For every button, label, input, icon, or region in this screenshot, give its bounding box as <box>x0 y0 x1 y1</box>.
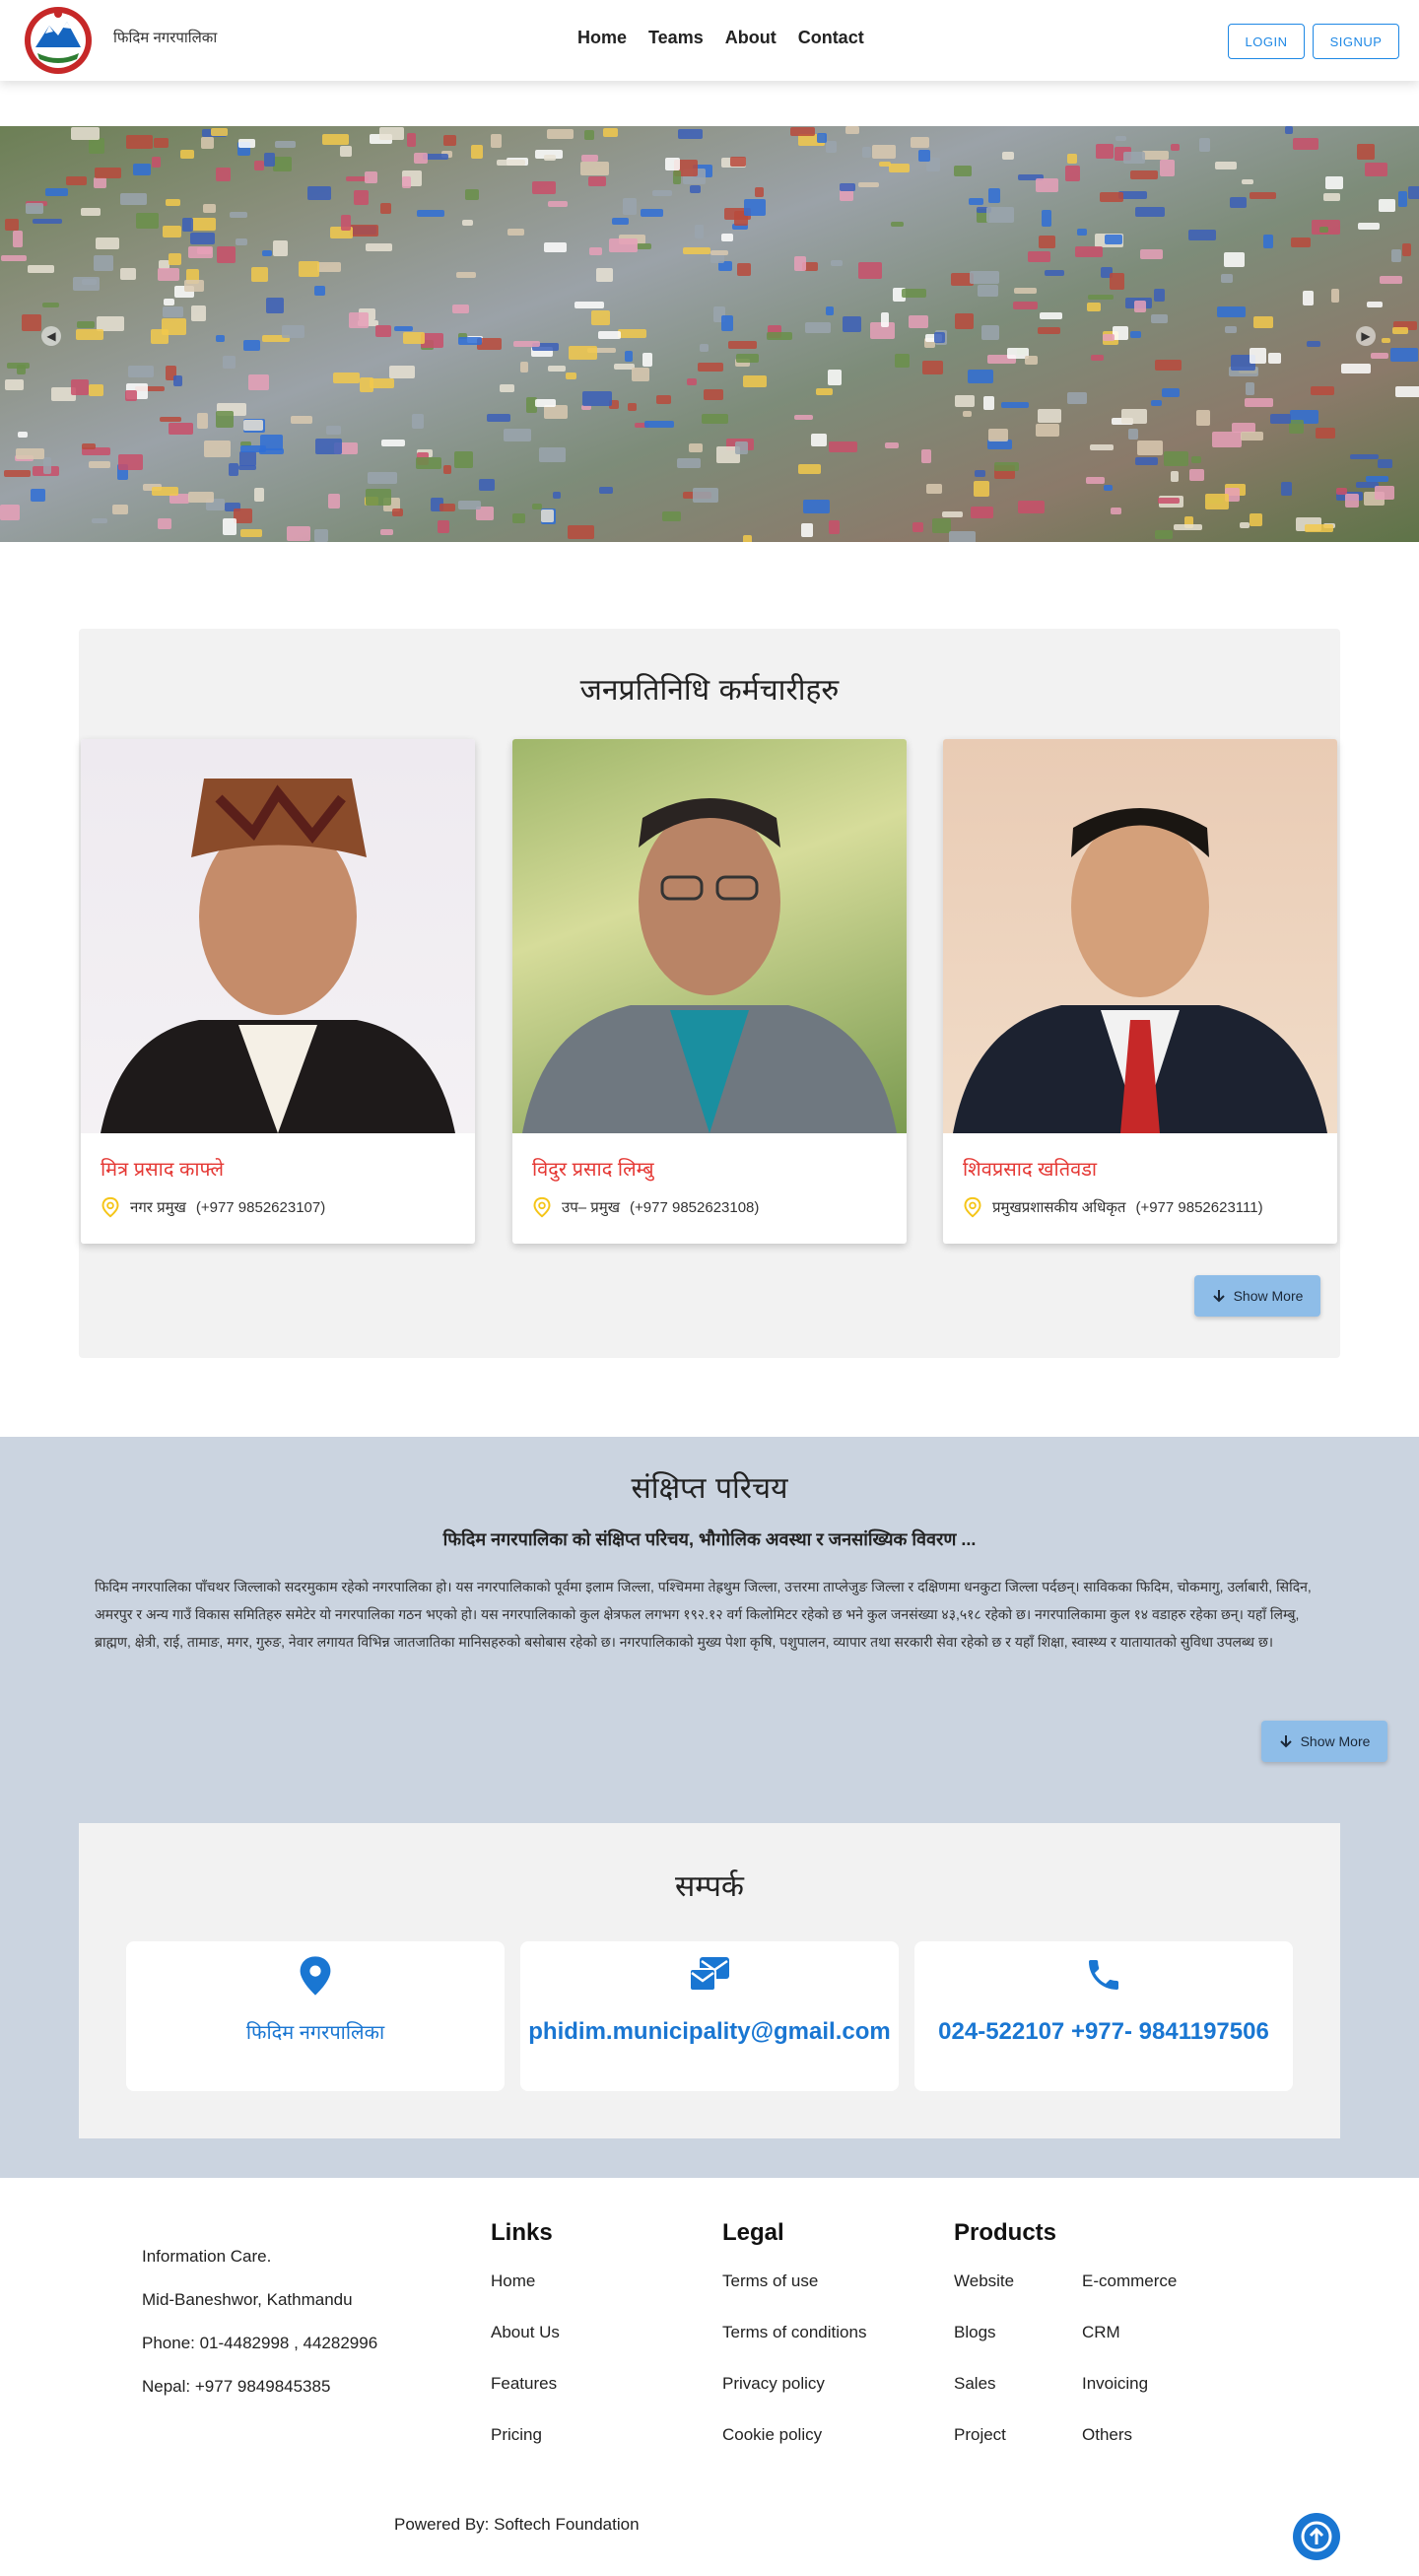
contact-email-card[interactable]: phidim.municipality@gmail.com <box>520 1941 899 2091</box>
carousel-next-icon[interactable]: ▶ <box>1356 326 1376 346</box>
member-role: नगर प्रमुख <box>130 1199 186 1216</box>
footer-link-privacy[interactable]: Privacy policy <box>722 2374 825 2394</box>
footer-link-others[interactable]: Others <box>1082 2425 1132 2445</box>
arrow-down-icon <box>1279 1735 1292 1748</box>
footer-link-invoicing[interactable]: Invoicing <box>1082 2374 1148 2394</box>
location-pin-icon <box>964 1196 981 1218</box>
nav-contact[interactable]: Contact <box>798 28 864 48</box>
member-position: प्रमुखप्रशासकीय अधिकृत (+977 9852623111) <box>963 1196 1263 1218</box>
member-position: उप– प्रमुख (+977 9852623108) <box>532 1196 759 1218</box>
footer-link-terms-of-use[interactable]: Terms of use <box>722 2271 818 2291</box>
mail-icon <box>689 1957 729 1992</box>
member-position: नगर प्रमुख (+977 9852623107) <box>101 1196 325 1218</box>
representatives-section: जनप्रतिनिधि कर्मचारीहरु मित्र प्रसाद काफ… <box>79 629 1340 1358</box>
location-pin-icon <box>533 1196 551 1218</box>
contact-phone-card[interactable]: 024-522107 +977- 9841197506 <box>914 1941 1293 2091</box>
show-more-members-button[interactable]: Show More <box>1194 1275 1320 1317</box>
footer-links-heading: Links <box>491 2219 553 2246</box>
member-role: प्रमुखप्रशासकीय अधिकृत <box>992 1199 1126 1216</box>
footer-legal-heading: Legal <box>722 2219 784 2246</box>
contact-address-card[interactable]: फिदिम नगरपालिका <box>126 1941 505 2091</box>
site-name: फिदिम नगरपालिका <box>113 30 218 46</box>
intro-body: फिदिम नगरपालिका पाँचथर जिल्लाको सदरमुकाम… <box>95 1579 1312 1650</box>
member-photo <box>943 739 1337 1133</box>
intro-subtitle: फिदिम नगरपालिका को संक्षिप्त परिचय, भौगो… <box>442 1529 977 1549</box>
arrow-up-circle-icon <box>1301 2521 1332 2552</box>
hero-carousel: ◀ ▶ <box>0 126 1419 542</box>
member-name: शिवप्रसाद खतिवडा <box>963 1159 1098 1181</box>
phone-icon <box>1089 1960 1118 1990</box>
footer-link-about[interactable]: About Us <box>491 2323 560 2342</box>
site-header: फिदिम नगरपालिका Home Teams About Contact… <box>0 0 1419 81</box>
member-card[interactable]: विदुर प्रसाद लिम्बु उप– प्रमुख (+977 985… <box>512 739 907 1244</box>
footer-link-blogs[interactable]: Blogs <box>954 2323 996 2342</box>
arrow-down-icon <box>1212 1290 1225 1303</box>
nav-about[interactable]: About <box>725 28 777 48</box>
scroll-to-top-button[interactable] <box>1293 2513 1340 2560</box>
footer-link-ecommerce[interactable]: E-commerce <box>1082 2271 1177 2291</box>
footer-link-cookie[interactable]: Cookie policy <box>722 2425 822 2445</box>
main-nav: Home Teams About Contact <box>577 28 864 48</box>
footer-address: Mid-Baneshwor, Kathmandu <box>142 2290 353 2309</box>
carousel-prev-icon[interactable]: ◀ <box>41 326 61 346</box>
nav-home[interactable]: Home <box>577 28 627 48</box>
footer-phone: Phone: 01-4482998 , 44282996 <box>142 2334 378 2352</box>
footer-link-project[interactable]: Project <box>954 2425 1006 2445</box>
show-more-intro-button[interactable]: Show More <box>1261 1721 1387 1762</box>
hero-town-image <box>0 126 1419 542</box>
footer-products-heading: Products <box>954 2219 1057 2246</box>
member-name: मित्र प्रसाद काफ्ले <box>101 1159 225 1181</box>
member-phone: (+977 9852623108) <box>630 1198 760 1216</box>
contact-address: फिदिम नगरपालिका <box>245 2022 385 2044</box>
municipality-logo[interactable] <box>18 4 99 77</box>
contact-email[interactable]: phidim.municipality@gmail.com <box>520 2018 899 2046</box>
nav-teams[interactable]: Teams <box>648 28 704 48</box>
contact-phone[interactable]: 024-522107 +977- 9841197506 <box>914 2018 1293 2046</box>
show-more-label: Show More <box>1233 1288 1304 1304</box>
member-card[interactable]: शिवप्रसाद खतिवडा प्रमुखप्रशासकीय अधिकृत … <box>943 739 1337 1244</box>
contact-section: सम्पर्क फिदिम नगरपालिका phidim.municipal… <box>79 1823 1340 2138</box>
footer-link-website[interactable]: Website <box>954 2271 1014 2291</box>
powered-by: Powered By: Softech Foundation <box>394 2515 640 2534</box>
footer-link-crm[interactable]: CRM <box>1082 2323 1120 2342</box>
member-card[interactable]: मित्र प्रसाद काफ्ले नगर प्रमुख (+977 985… <box>81 739 475 1244</box>
footer-link-home[interactable]: Home <box>491 2271 535 2291</box>
show-more-label: Show More <box>1300 1733 1371 1749</box>
footer-link-features[interactable]: Features <box>491 2374 557 2394</box>
member-photo <box>512 739 907 1133</box>
contact-title: सम्पर्क <box>675 1869 744 1904</box>
member-role: उप– प्रमुख <box>562 1199 621 1216</box>
login-button[interactable]: LOGIN <box>1228 24 1305 59</box>
intro-title: संक्षिप्त परिचय <box>631 1471 788 1506</box>
member-photo <box>81 739 475 1133</box>
member-phone: (+977 9852623111) <box>1135 1198 1263 1216</box>
member-name: विदुर प्रसाद लिम्बु <box>532 1159 654 1181</box>
introduction-section: संक्षिप्त परिचय फिदिम नगरपालिका को संक्ष… <box>0 1437 1419 2178</box>
footer-company: Information Care. <box>142 2247 272 2266</box>
footer-link-terms-conditions[interactable]: Terms of conditions <box>722 2323 866 2342</box>
location-icon <box>300 1956 331 1996</box>
footer-link-pricing[interactable]: Pricing <box>491 2425 542 2445</box>
member-phone: (+977 9852623107) <box>195 1198 326 1216</box>
footer-link-sales[interactable]: Sales <box>954 2374 996 2394</box>
representatives-title: जनप्रतिनिधि कर्मचारीहरु <box>579 673 840 708</box>
location-pin-icon <box>101 1196 119 1218</box>
signup-button[interactable]: SIGNUP <box>1313 24 1399 59</box>
footer-mobile: Nepal: +977 9849845385 <box>142 2377 331 2396</box>
